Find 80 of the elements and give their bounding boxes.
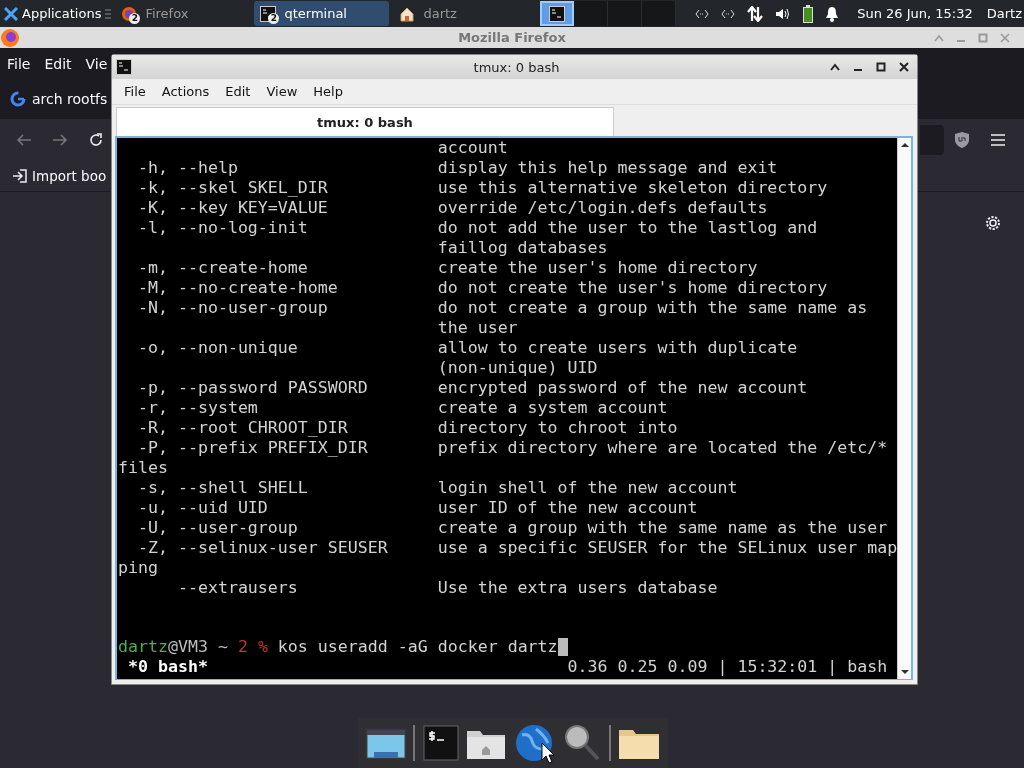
browser-icon bbox=[0, 27, 20, 48]
terminal-line: -k, --skel SKEL_DIR use this alternative skeleton directory bbox=[136, 178, 828, 198]
prompt-symbol: % bbox=[257, 637, 268, 657]
terminal-line: -P, --prefix PREFIX_DIR prefix directory where are located the /etc/* bbox=[136, 438, 888, 458]
terminal-line: -Z, --selinux-user SEUSER use a specific SEUSER for the SELinux user map bbox=[136, 538, 898, 558]
terminal-line: (non-unique) UID bbox=[436, 358, 598, 378]
menu-item[interactable]: File bbox=[124, 84, 146, 99]
maximize-icon[interactable] bbox=[876, 62, 886, 72]
bell-icon[interactable] bbox=[825, 5, 840, 22]
tmux-status-info: 0.36 0.25 0.09 | 15:32:01 | bash bbox=[567, 657, 888, 677]
window-preview-icon bbox=[549, 5, 566, 22]
home-icon bbox=[399, 5, 416, 22]
applications-menu[interactable]: Applications bbox=[0, 0, 106, 27]
terminal-tab[interactable]: tmux: 0 bash bbox=[116, 107, 614, 136]
menu-item[interactable]: Help bbox=[313, 84, 343, 99]
window-title: tmux: 0 bash bbox=[473, 59, 560, 75]
terminal-line: -o, --non-unique allow to create users with duplicate bbox=[136, 338, 798, 358]
drag-handle-icon bbox=[105, 6, 112, 21]
taskbar-button[interactable]: 2 qterminal bbox=[254, 1, 390, 26]
bookmark-item[interactable]: Import boo bbox=[12, 168, 107, 184]
browser-tab[interactable]: arch rootfs bbox=[10, 91, 108, 107]
menu-icon[interactable] bbox=[990, 133, 1006, 147]
tmux-window-name: *0 bash* bbox=[128, 657, 208, 677]
count-badge: 2 bbox=[268, 12, 280, 24]
clock-text[interactable]: Sun 26 Jun, 15:32 bbox=[857, 6, 973, 21]
terminal-line: -m, --create-home create the user's home directory bbox=[136, 258, 758, 278]
menu-item[interactable]: Edit bbox=[225, 84, 251, 99]
collapse-icon[interactable] bbox=[830, 63, 840, 71]
terminal-line: -s, --shell SHELL login shell of the new account bbox=[136, 478, 738, 498]
text-cursor bbox=[557, 638, 568, 656]
forward-arrow-icon[interactable] bbox=[52, 133, 68, 147]
terminal-line: files bbox=[118, 458, 168, 478]
prompt-user: dartz bbox=[118, 637, 168, 657]
terminal-line: -M, --no-create-home do not create the user's home directory bbox=[136, 278, 828, 298]
terminal-icon[interactable] bbox=[422, 725, 459, 761]
network-icon[interactable] bbox=[695, 8, 710, 19]
window-title: Mozilla Firefox bbox=[458, 30, 566, 45]
settings-icon[interactable] bbox=[984, 214, 1002, 232]
terminal-line: -p, --password PASSWORD encrypted password of the new account bbox=[136, 378, 808, 398]
reload-icon[interactable] bbox=[88, 132, 104, 148]
terminal-line: -l, --no-log-init do not add the user to the lastlog and bbox=[136, 218, 818, 238]
terminal-line: the user bbox=[436, 318, 518, 338]
shield-icon[interactable] bbox=[954, 131, 970, 149]
terminal-line: faillog databases bbox=[436, 238, 608, 258]
taskbar-button[interactable]: dartz bbox=[393, 1, 529, 26]
terminal-line: account bbox=[436, 138, 508, 158]
terminal-line: -N, --no-user-group do not create a group with the same name as bbox=[136, 298, 868, 318]
battery-icon[interactable] bbox=[803, 4, 814, 23]
google-logo-icon bbox=[10, 91, 26, 107]
desktop-icon[interactable] bbox=[366, 726, 406, 760]
prompt-host: @VM3 ~ bbox=[167, 637, 228, 657]
terminal-line: -u, --uid UID user ID of the new account bbox=[136, 498, 698, 518]
menu-item[interactable]: Vie bbox=[85, 55, 108, 72]
taskbar-button[interactable]: 2 Firefox bbox=[115, 1, 251, 26]
terminal-line: -U, --user-group create a group with the same name as the user bbox=[136, 518, 888, 538]
terminal-icon bbox=[260, 5, 277, 22]
close-icon[interactable] bbox=[899, 62, 909, 72]
network-icon[interactable] bbox=[721, 8, 736, 19]
menu-item[interactable]: View bbox=[266, 84, 298, 99]
prompt-count: 2 bbox=[237, 637, 248, 657]
terminal-line: -h, --help display this help message and exit bbox=[136, 158, 778, 178]
import-icon bbox=[12, 168, 28, 184]
menu-item[interactable]: File bbox=[7, 55, 31, 72]
transfer-arrows-icon[interactable] bbox=[747, 5, 764, 22]
back-arrow-icon[interactable] bbox=[16, 133, 32, 147]
volume-icon[interactable] bbox=[775, 6, 792, 21]
terminal-line: ping bbox=[118, 558, 158, 578]
xfce-logo-icon bbox=[4, 6, 18, 21]
terminal-line: -R, --root CHROOT_DIR directory to chroot into bbox=[136, 418, 678, 438]
mouse-pointer-icon bbox=[541, 742, 555, 764]
terminal-line: --extrausers Use the extra users database bbox=[176, 578, 718, 598]
menu-item[interactable]: Edit bbox=[44, 55, 72, 72]
terminal-icon bbox=[116, 59, 132, 75]
terminal-line: -r, --system create a system account bbox=[136, 398, 668, 418]
terminal-line: -K, --key KEY=VALUE override /etc/login.defs defaults bbox=[136, 198, 768, 218]
scrollbar[interactable] bbox=[897, 138, 911, 679]
user-name[interactable]: Dartz bbox=[986, 6, 1022, 21]
command-text: kos useradd -aG docker dartz bbox=[277, 637, 558, 657]
count-badge: 2 bbox=[129, 12, 141, 24]
menu-item[interactable]: Actions bbox=[161, 84, 210, 99]
